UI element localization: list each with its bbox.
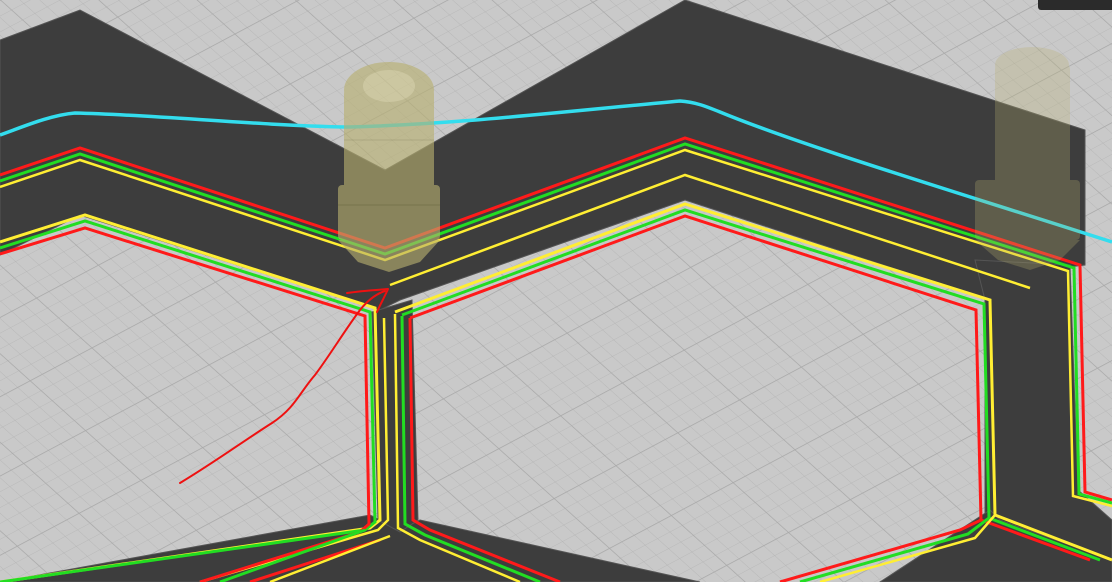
3d-print-preview-viewport[interactable] [0, 0, 1112, 582]
viewport-corner-tab[interactable] [1038, 0, 1112, 10]
toolpath-scene [0, 0, 1112, 582]
nozzle-left [338, 62, 440, 272]
